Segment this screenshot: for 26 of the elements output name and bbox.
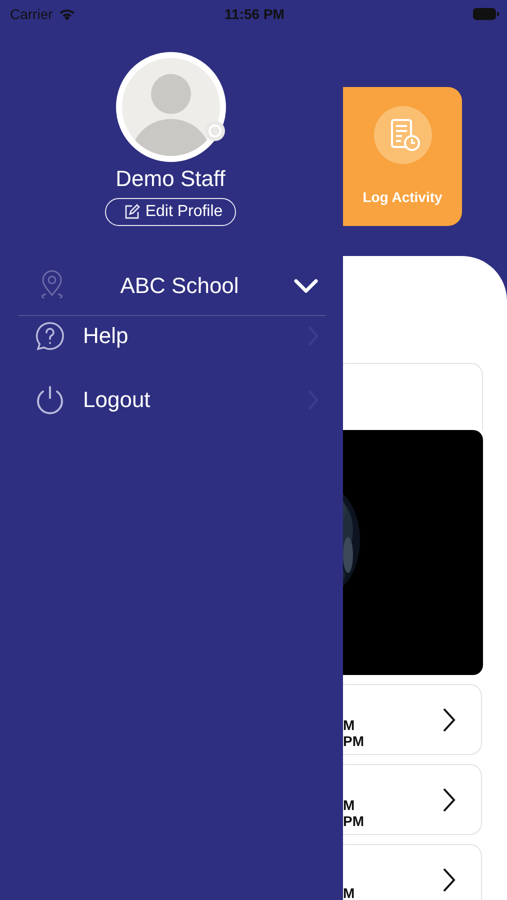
menu-item[interactable]: Logout — [34, 380, 319, 420]
power-icon — [34, 384, 66, 416]
chevron-right-icon — [441, 786, 457, 814]
activity-log-icon — [372, 105, 432, 165]
school-name: ABC School — [119, 273, 240, 299]
list-row[interactable]: M PM — [343, 684, 482, 755]
carrier-label: Carrier — [10, 6, 53, 22]
row-time: M — [343, 884, 355, 900]
chevron-right-icon — [441, 866, 457, 894]
edit-profile-button[interactable]: Edit Profile — [105, 198, 236, 226]
row-time: M — [343, 796, 356, 812]
row-time: PM — [343, 732, 364, 748]
status-time: 11:56 PM — [224, 6, 284, 22]
wifi-icon — [58, 8, 76, 20]
avatar[interactable] — [116, 52, 226, 162]
battery-icon — [473, 8, 499, 20]
menu-item[interactable]: Help — [34, 316, 319, 356]
list-row[interactable]: M PM — [343, 764, 482, 835]
row-time: M — [343, 716, 356, 732]
profile-name: Demo Staff — [116, 166, 226, 192]
edit-icon — [124, 204, 140, 220]
list-row[interactable]: M — [343, 844, 482, 900]
row-time: PM — [343, 812, 364, 828]
help-bubble-icon — [34, 320, 66, 352]
chevron-right-icon — [441, 706, 457, 734]
dropdown-chevron-icon[interactable] — [293, 278, 319, 294]
